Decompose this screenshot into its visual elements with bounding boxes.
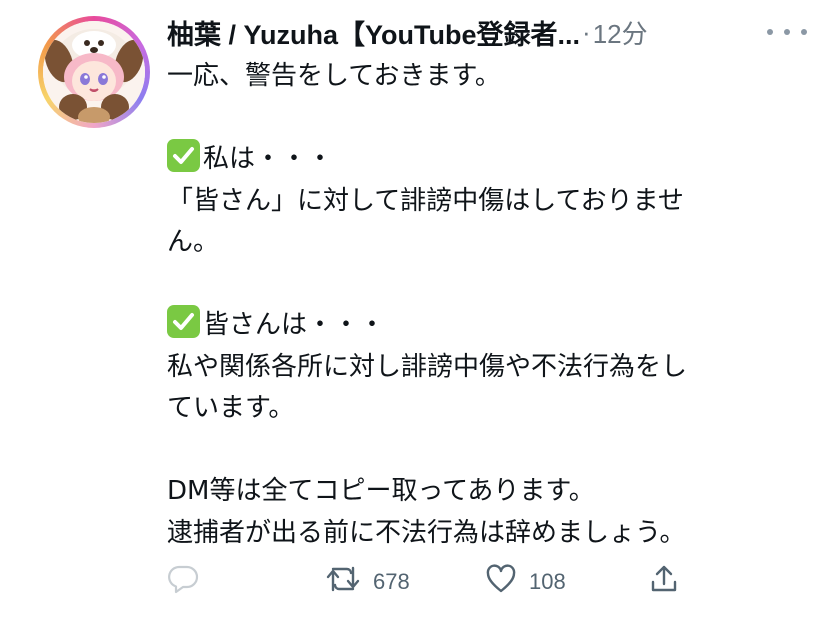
tweet: 柚葉 / Yuzuha【YouTube登録者... · 12分 一応、警告をして… xyxy=(0,0,828,633)
share-icon xyxy=(649,563,679,601)
tweet-line: DM等は全てコピー取ってあります。 xyxy=(167,476,595,506)
avatar[interactable] xyxy=(38,16,150,128)
tweet-time[interactable]: 12分 xyxy=(593,14,648,51)
retweet-icon xyxy=(325,564,361,600)
tweet-line: 私は・・・ xyxy=(167,139,777,181)
tweet-line: ん。 xyxy=(167,227,220,257)
avatar-icon xyxy=(43,21,145,123)
tweet-line: ています。 xyxy=(167,393,295,423)
reply-icon xyxy=(167,564,199,600)
tweet-line: 私や関係各所に対し誹謗中傷や不法行為をし xyxy=(167,351,688,382)
tweet-text: 一応、警告をしておきます。 私は・・・ 「皆さん」に対して誹謗中傷はしておりませ… xyxy=(167,56,777,554)
author-name[interactable]: 柚葉 / Yuzuha【YouTube登録者... xyxy=(167,13,580,52)
tweet-actions: 678 108 xyxy=(167,562,687,602)
reply-button[interactable] xyxy=(167,562,211,602)
tweet-line: 皆さんは・・・ xyxy=(167,305,777,347)
retweet-count: 678 xyxy=(373,569,410,594)
share-button[interactable] xyxy=(649,562,679,602)
like-count: 108 xyxy=(529,569,566,594)
like-button[interactable]: 108 xyxy=(485,562,566,602)
like-icon xyxy=(485,564,517,600)
tweet-line: 「皆さん」に対して誹謗中傷はしておりませ xyxy=(167,185,684,216)
retweet-button[interactable]: 678 xyxy=(325,562,410,602)
tweet-line-text: 私は・・・ xyxy=(203,144,334,174)
check-mark-icon xyxy=(167,305,200,338)
tweet-line: 一応、警告をしておきます。 xyxy=(167,61,501,91)
header-separator: · xyxy=(582,16,591,47)
tweet-line: 逮捕者が出る前に不法行為は辞めましょう。 xyxy=(167,517,686,548)
check-mark-icon xyxy=(167,139,200,172)
tweet-line-text: 皆さんは・・・ xyxy=(203,310,386,340)
tweet-header: 柚葉 / Yuzuha【YouTube登録者... · 12分 xyxy=(167,14,807,50)
more-icon[interactable] xyxy=(767,24,807,40)
